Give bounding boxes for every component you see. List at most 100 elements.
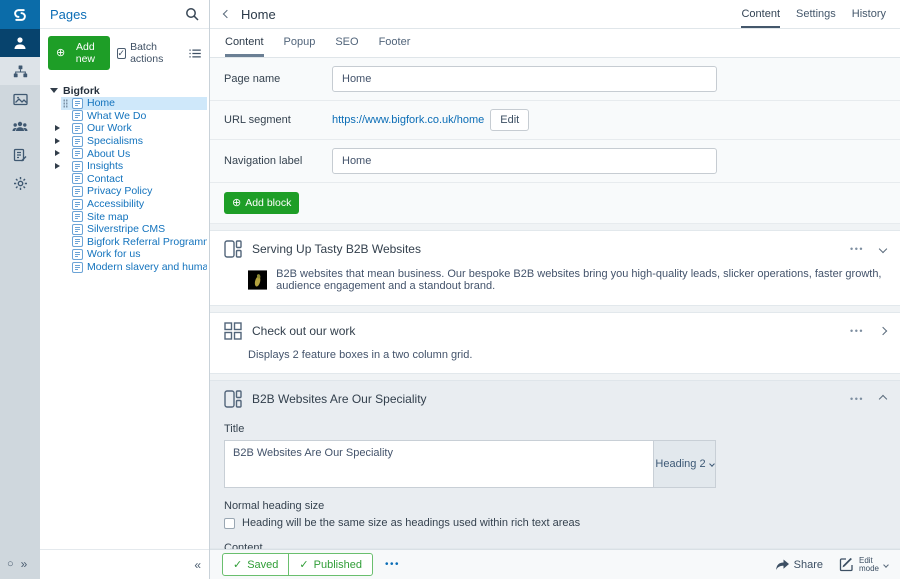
tree-item-accessibility[interactable]: Accessibility (48, 198, 207, 211)
saved-button[interactable]: ✓ Saved (222, 553, 289, 576)
add-new-button[interactable]: ⊕ Add new (48, 36, 110, 70)
tree-root-bigfork[interactable]: Bigfork (48, 84, 207, 97)
nav-security[interactable] (0, 113, 40, 141)
tree-root-label: Bigfork (63, 85, 100, 97)
expand-arrow-icon[interactable] (55, 163, 60, 169)
chevron-up-icon[interactable] (879, 395, 887, 403)
nav-pages[interactable] (0, 57, 40, 85)
actions-right: Share Edit mode (775, 557, 888, 573)
tree-item-label: Privacy Policy (87, 185, 152, 197)
tree-item-insights[interactable]: Insights (48, 160, 207, 173)
page-icon (72, 148, 83, 159)
drag-handle-icon[interactable] (63, 99, 68, 108)
batch-actions-button[interactable]: ✓ Batch actions (117, 41, 183, 65)
add-block-label: Add block (245, 197, 291, 209)
tree-item-label: Silverstripe CMS (87, 223, 165, 235)
block-menu-icon[interactable]: ••• (850, 394, 864, 404)
tree-item-label: Accessibility (87, 198, 144, 210)
block-b2b-websites-speciality: B2B Websites Are Our Speciality ••• Titl… (210, 380, 900, 549)
edit-form: Home Content Settings History Content Po… (210, 0, 900, 579)
tree-item-silverstripe-cms[interactable]: Silverstripe CMS (48, 223, 207, 236)
add-block-row: ⊕ Add block (210, 183, 900, 224)
page-title: Home (241, 7, 276, 22)
tree-item-specialisms[interactable]: Specialisms (48, 135, 207, 148)
top-tabs: Content Settings History (741, 0, 886, 28)
tree-item-label: Home (87, 97, 115, 109)
tree-item-site-map[interactable]: Site map (48, 210, 207, 223)
tree-item-label: Bigfork Referral Programme (87, 236, 207, 248)
block-thumbnail (248, 267, 267, 293)
image-icon (13, 92, 28, 107)
published-button[interactable]: ✓ Published (288, 553, 373, 576)
tree-item-contact[interactable]: Contact (48, 173, 207, 186)
tree-item-what-we-do[interactable]: What We Do (48, 110, 207, 123)
tree-item-label: Site map (87, 211, 128, 223)
subtab-content[interactable]: Content (225, 29, 264, 57)
url-segment-row: URL segment https://www.bigfork.co.uk/ho… (210, 101, 900, 140)
navigation-label-row: Navigation label (210, 140, 900, 183)
search-icon[interactable] (185, 7, 199, 21)
block-summary-text: Displays 2 feature boxes in a two column… (248, 349, 472, 361)
block-header[interactable]: B2B Websites Are Our Speciality ••• (210, 381, 900, 415)
tree-item-our-work[interactable]: Our Work (48, 122, 207, 135)
pages-panel-footer: « (40, 549, 209, 579)
url-segment-group: https://www.bigfork.co.uk/home Edit (332, 109, 529, 131)
url-edit-button[interactable]: Edit (490, 109, 529, 131)
tab-history[interactable]: History (852, 0, 886, 28)
edit-mode-button[interactable]: Edit mode (839, 557, 888, 573)
pages-panel-header: Pages (40, 0, 209, 29)
edit-pencil-icon (839, 557, 854, 572)
subtab-footer[interactable]: Footer (379, 29, 411, 57)
chevron-down-icon[interactable] (879, 245, 887, 253)
expand-menu-icon[interactable]: » (21, 557, 27, 571)
silverstripe-logo[interactable] (0, 0, 40, 29)
block-menu-icon[interactable]: ••• (850, 244, 864, 254)
back-icon[interactable] (223, 10, 231, 18)
help-icon[interactable]: ○ (7, 558, 14, 570)
nav-settings[interactable] (0, 169, 40, 197)
expand-arrow-icon[interactable] (55, 138, 60, 144)
collapse-arrow-icon[interactable] (50, 88, 58, 93)
title-field-textarea[interactable]: B2B Websites Are Our Speciality (224, 440, 654, 488)
heading-size-checkbox[interactable] (224, 518, 235, 529)
nav-reports[interactable] (0, 141, 40, 169)
tree-item-privacy-policy[interactable]: Privacy Policy (48, 185, 207, 198)
tree-item-bigfork-referral[interactable]: Bigfork Referral Programme (48, 236, 207, 249)
chevron-down-icon (709, 461, 715, 467)
tree-item-label: Work for us (87, 248, 140, 260)
list-view-icon[interactable] (189, 48, 201, 59)
heading-level-value: Heading 2 (655, 458, 705, 470)
subtab-popup[interactable]: Popup (284, 29, 316, 57)
url-segment-link[interactable]: https://www.bigfork.co.uk/home (332, 114, 484, 126)
tree-item-work-for-us[interactable]: Work for us (48, 248, 207, 261)
expand-arrow-icon[interactable] (55, 125, 60, 131)
block-controls: ••• (850, 244, 886, 254)
tree-item-label: About Us (87, 148, 130, 160)
expand-arrow-icon[interactable] (55, 150, 60, 156)
tree-item-about-us[interactable]: About Us (48, 147, 207, 160)
block-controls: ••• (850, 394, 886, 404)
add-block-button[interactable]: ⊕ Add block (224, 192, 299, 214)
more-actions-icon[interactable]: ••• (385, 559, 400, 570)
nav-profile[interactable] (0, 29, 40, 57)
block-header[interactable]: Serving Up Tasty B2B Websites ••• (210, 231, 900, 265)
page-icon (72, 186, 83, 197)
heading-level-select[interactable]: Heading 2 (654, 440, 716, 488)
page-tree: Bigfork Home What We Do Our Work Special… (40, 76, 209, 549)
tree-item-modern-slavery[interactable]: Modern slavery and human traffick... (48, 261, 207, 274)
chevron-right-icon[interactable] (879, 327, 887, 335)
block-menu-icon[interactable]: ••• (850, 326, 864, 336)
content-subtabs: Content Popup SEO Footer (210, 29, 900, 58)
subtab-seo[interactable]: SEO (335, 29, 358, 57)
tab-settings[interactable]: Settings (796, 0, 836, 28)
navigation-label-input[interactable] (332, 148, 717, 174)
tab-content[interactable]: Content (741, 0, 780, 28)
nav-files[interactable] (0, 85, 40, 113)
share-button[interactable]: Share (775, 559, 823, 571)
collapse-panel-icon[interactable]: « (194, 558, 200, 572)
page-name-input[interactable] (332, 66, 717, 92)
block-fields: Title B2B Websites Are Our Speciality He… (210, 415, 900, 549)
block-header[interactable]: Check out our work ••• (210, 313, 900, 347)
user-icon (13, 36, 27, 50)
tree-item-home[interactable]: Home (48, 97, 207, 110)
